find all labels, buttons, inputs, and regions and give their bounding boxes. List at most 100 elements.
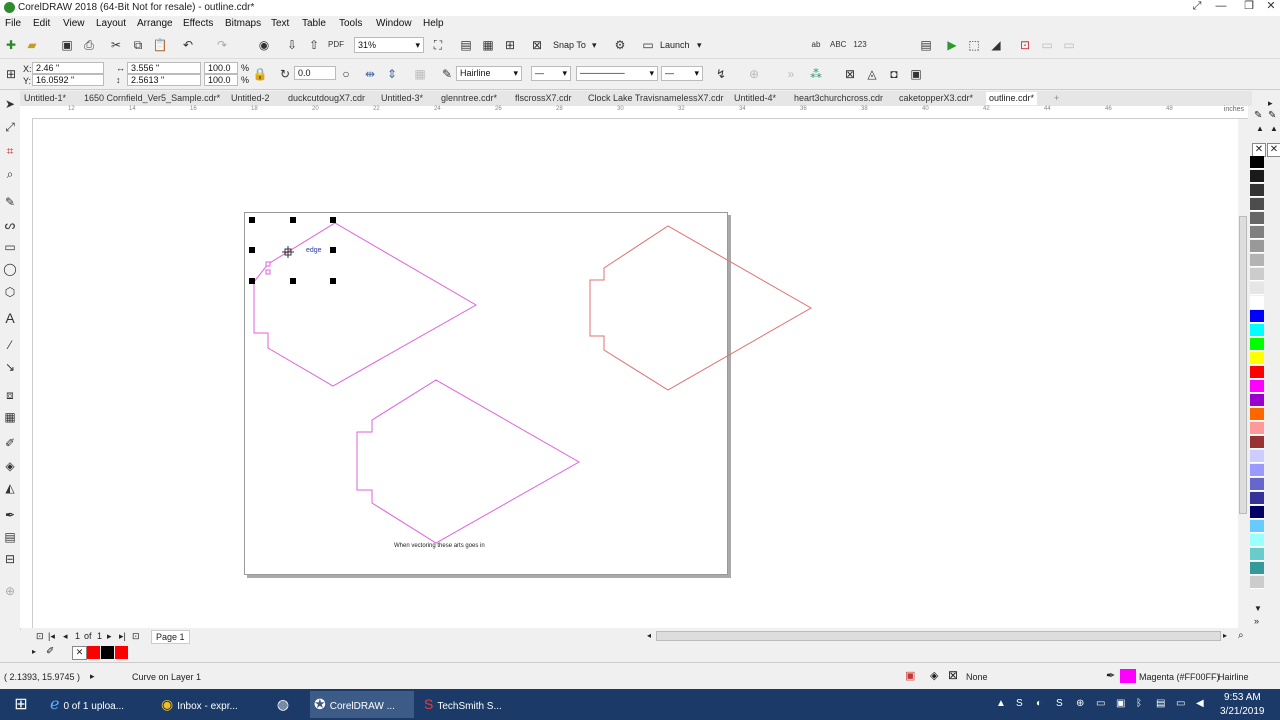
palette-swatch[interactable] — [1250, 380, 1264, 393]
palette-swatch[interactable] — [1250, 534, 1264, 547]
simplify-icon[interactable]: ▣ — [908, 66, 924, 82]
parallel-dimension-icon[interactable]: ⁄ — [2, 337, 18, 353]
palette-swatch[interactable] — [1250, 408, 1264, 421]
menu-arrange[interactable]: Arrange — [137, 18, 173, 29]
palette-swatch[interactable] — [1250, 352, 1264, 365]
page-tab[interactable]: Page 1 — [151, 630, 190, 644]
menu-table[interactable]: Table — [302, 18, 326, 29]
trim-icon[interactable]: ◬ — [864, 66, 880, 82]
undo-icon[interactable]: ↶ — [180, 37, 196, 53]
tray-icon[interactable]: ◐ — [1036, 698, 1042, 709]
outline-width-select[interactable]: Hairline ▾ — [456, 66, 522, 81]
scroll-right-icon[interactable]: ▸ — [1223, 631, 1227, 640]
disabled-tool-icon[interactable]: ▭ — [1039, 37, 1055, 53]
doc-tab-active[interactable]: outline.cdr* — [986, 92, 1038, 105]
redo-icon[interactable]: ↷ — [214, 37, 230, 53]
network-icon[interactable]: ▤ — [1156, 698, 1165, 709]
page-layout-icon[interactable]: ▤ — [918, 37, 934, 53]
zoom-level-select[interactable]: 31% ▾ — [354, 37, 424, 53]
zoom-navigator-icon[interactable]: ⌕ — [1238, 630, 1244, 641]
palette-swatch[interactable] — [1250, 156, 1264, 169]
doc-tab[interactable]: flscrossX7.cdr — [515, 93, 572, 103]
doc-tab[interactable]: heart3churchcross.cdr — [794, 93, 883, 103]
abc-icon[interactable]: ABC — [830, 37, 846, 53]
palette-swatch[interactable] — [1250, 548, 1264, 561]
show-grid-icon[interactable]: ▦ — [480, 37, 496, 53]
scroll-left-icon[interactable]: ◂ — [647, 631, 651, 640]
clock-date[interactable]: 3/21/2019 — [1220, 706, 1265, 717]
palette-swatch[interactable] — [1250, 422, 1264, 435]
bluetooth-icon[interactable]: ᛒ — [1136, 698, 1142, 709]
print-icon[interactable]: ⎙ — [81, 37, 97, 53]
taskbar-item-ie[interactable]: ℯ0 of 1 uploa... — [46, 691, 150, 718]
copy-icon[interactable]: ⧉ — [130, 37, 146, 53]
vertical-scroll-thumb[interactable] — [1239, 216, 1247, 514]
next-page-icon[interactable]: ▸ — [107, 631, 112, 642]
palette-swatch[interactable] — [1250, 184, 1264, 197]
doc-tab[interactable]: 1650 Cornfield_Ver5_Sample.cdr* — [84, 93, 220, 103]
polygon-tool-icon[interactable]: ⬡ — [2, 284, 18, 300]
interactive-fill-icon[interactable]: ◈ — [2, 458, 18, 474]
palette-swatch[interactable] — [1250, 324, 1264, 337]
ellipse-tool-icon[interactable]: ◯ — [2, 261, 18, 277]
canvas-caption-text[interactable]: When vectoring these arts goes in — [394, 543, 485, 549]
palette-swatch[interactable] — [1250, 464, 1264, 477]
palette-swatch[interactable] — [1250, 576, 1264, 589]
palette-swatch[interactable] — [1250, 198, 1264, 211]
tray-icon[interactable]: S — [1056, 698, 1063, 709]
color-proof-icon[interactable]: ▣ — [905, 669, 915, 682]
palette-swatch[interactable] — [1250, 268, 1264, 281]
disabled-tool-icon-2[interactable]: ▭ — [1061, 37, 1077, 53]
doc-tab[interactable]: glenntree.cdr* — [441, 93, 497, 103]
scroll-up-icon[interactable]: ▲ — [1256, 124, 1264, 133]
taskbar-item-app[interactable]: ◍ — [266, 691, 300, 718]
pen-icon-2[interactable]: ✎ — [1268, 110, 1276, 121]
scale-x-input[interactable]: 100.0 — [204, 62, 238, 74]
smart-fill-icon[interactable]: ◭ — [2, 480, 18, 496]
menu-text[interactable]: Text — [271, 18, 289, 29]
scroll-up-icon-2[interactable]: ▲ — [1270, 124, 1278, 133]
add-page-icon[interactable]: ⊡ — [132, 631, 140, 642]
horizontal-scroll-thumb[interactable] — [656, 631, 1221, 641]
snap-to-label[interactable]: Snap To — [553, 40, 586, 50]
doc-tab[interactable]: Untitled-3* — [381, 93, 423, 103]
shape-tool-icon[interactable]: ⤢ — [2, 119, 18, 135]
palette-swatch[interactable] — [1250, 366, 1264, 379]
lock-ratio-icon[interactable]: 🔒 — [252, 66, 268, 82]
clock-time[interactable]: 9:53 AM — [1224, 692, 1261, 703]
tray-icon[interactable]: ▣ — [1116, 698, 1125, 709]
cut-icon[interactable]: ✂ — [108, 37, 124, 53]
y-position-input[interactable]: 16.0592 " — [32, 74, 104, 86]
palette-swatch[interactable] — [1250, 394, 1264, 407]
font-icon[interactable]: ab — [808, 37, 824, 53]
menu-view[interactable]: View — [63, 18, 85, 29]
zoom-tool-icon[interactable]: ⌕ — [2, 166, 18, 182]
full-screen-icon[interactable]: ⛶ — [430, 37, 446, 53]
weld-icon[interactable]: ⊠ — [842, 66, 858, 82]
tray-icon[interactable]: ⊕ — [1076, 698, 1084, 709]
menu-help[interactable]: Help — [423, 18, 444, 29]
x-position-input[interactable]: 2.46 " — [32, 62, 104, 74]
restore-ribbon-icon[interactable]: ⤢ — [1184, 0, 1210, 14]
connector-tool-icon[interactable]: ↘ — [2, 359, 18, 375]
end-arrowhead-select[interactable]: — ▾ — [661, 66, 703, 81]
rotation-input[interactable]: 0.0 — [294, 66, 336, 80]
palette-swatch[interactable] — [1250, 240, 1264, 253]
no-color-swatch-2[interactable]: ✕ — [1267, 143, 1280, 157]
outline-pen-icon[interactable]: ✎ — [439, 66, 455, 82]
object-origin-icon[interactable]: ⊞ — [3, 66, 19, 82]
pick-tool-icon[interactable]: ➤ — [2, 96, 18, 112]
doc-tab[interactable]: Untitled-4* — [734, 93, 776, 103]
doc-tab[interactable]: caketopperX3.cdr* — [899, 93, 973, 103]
outline-tool-icon[interactable]: ✒ — [2, 507, 18, 523]
macro-icon[interactable]: ⬚ — [966, 37, 982, 53]
volume-icon[interactable]: ◀ — [1196, 698, 1204, 709]
outline-pen-icon[interactable]: ✒ — [1106, 669, 1115, 682]
launch-label[interactable]: Launch — [660, 40, 690, 50]
mirror-horizontal-icon[interactable]: ⇹ — [362, 66, 378, 82]
show-rulers-icon[interactable]: ▤ — [458, 37, 474, 53]
palette-swatch[interactable] — [1250, 492, 1264, 505]
battery-icon[interactable]: ▭ — [1176, 698, 1185, 709]
scale-y-input[interactable]: 100.0 — [204, 74, 238, 86]
palette-swatch[interactable] — [1250, 296, 1264, 309]
